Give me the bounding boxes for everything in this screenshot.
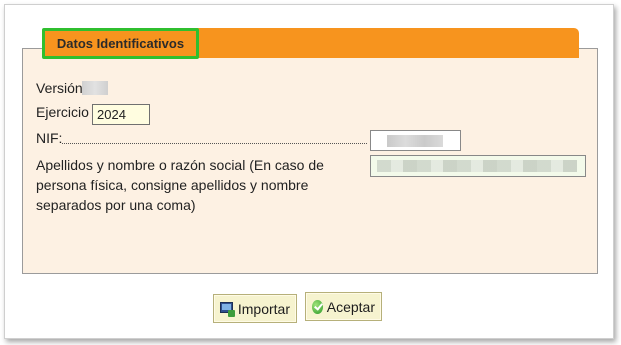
nif-input[interactable] — [370, 130, 461, 151]
nif-leader-dots — [62, 143, 367, 144]
section-title: Datos Identificativos — [56, 36, 185, 51]
import-button[interactable]: Importar — [213, 294, 297, 323]
version-value-redacted — [82, 81, 108, 95]
ejercicio-input[interactable]: 2024 — [92, 104, 150, 125]
version-label: Versión — [36, 80, 83, 96]
ejercicio-label: Ejercicio — [36, 104, 89, 120]
nif-value-redacted — [387, 135, 443, 147]
nif-label: NIF: — [36, 130, 63, 146]
ejercicio-value: 2024 — [97, 107, 126, 122]
nombre-value-redacted — [377, 160, 577, 172]
monitor-import-icon — [220, 301, 235, 317]
import-button-label: Importar — [237, 300, 290, 317]
green-checkmark-icon — [312, 299, 323, 314]
accept-button[interactable]: Aceptar — [305, 292, 382, 321]
accept-button-label: Aceptar — [326, 298, 375, 315]
nombre-label: Apellidos y nombre o razón social (En ca… — [36, 157, 324, 213]
section-title-tab[interactable]: Datos Identificativos — [42, 28, 199, 59]
nombre-input[interactable] — [370, 155, 586, 177]
